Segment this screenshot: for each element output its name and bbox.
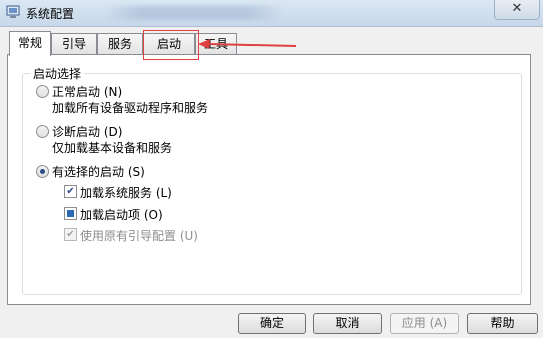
ok-button[interactable]: 确定 xyxy=(238,313,306,334)
msconfig-icon xyxy=(6,5,20,18)
load-services-label[interactable]: 加载系统服务 (L) xyxy=(80,184,172,201)
selective-startup-label[interactable]: 有选择的启动 (S) xyxy=(52,163,145,180)
close-icon: ✕ xyxy=(511,1,523,16)
annotation-arrow-icon xyxy=(198,39,297,49)
normal-startup-radio[interactable] xyxy=(36,85,49,98)
selective-startup-radio[interactable] xyxy=(36,165,49,178)
diagnostic-startup-radio[interactable] xyxy=(36,125,49,138)
diagnostic-startup-desc: 仅加载基本设备和服务 xyxy=(52,141,173,155)
group-label: 启动选择 xyxy=(30,65,85,82)
help-button[interactable]: 帮助 xyxy=(467,313,538,334)
normal-startup-label[interactable]: 正常启动 (N) xyxy=(52,83,122,100)
blurred-watermark xyxy=(104,6,284,20)
tab-general[interactable]: 常规 xyxy=(9,31,51,56)
tab-label: 服务 xyxy=(107,37,132,51)
tab-label: 引导 xyxy=(61,37,86,51)
annotation-highlight-box xyxy=(143,30,199,60)
tab-boot[interactable]: 引导 xyxy=(51,33,97,54)
normal-startup-desc: 加载所有设备驱动程序和服务 xyxy=(52,101,209,115)
cancel-button[interactable]: 取消 xyxy=(313,313,382,334)
tab-label: 常规 xyxy=(17,36,42,50)
use-boot-config-checkbox[interactable]: ✔ xyxy=(64,228,77,241)
apply-button[interactable]: 应用 (A) xyxy=(390,313,459,334)
use-boot-config-label: 使用原有引导配置 (U) xyxy=(80,229,198,243)
diagnostic-startup-label[interactable]: 诊断启动 (D) xyxy=(52,123,122,140)
tab-services[interactable]: 服务 xyxy=(97,33,143,54)
close-button[interactable]: ✕ xyxy=(494,0,540,20)
load-startup-checkbox[interactable] xyxy=(64,207,77,220)
load-startup-label[interactable]: 加载启动项 (O) xyxy=(80,206,163,223)
window-title: 系统配置 xyxy=(26,7,75,21)
load-services-checkbox[interactable]: ✔ xyxy=(64,185,77,198)
title-bar: 系统配置 ✕ xyxy=(0,0,543,27)
